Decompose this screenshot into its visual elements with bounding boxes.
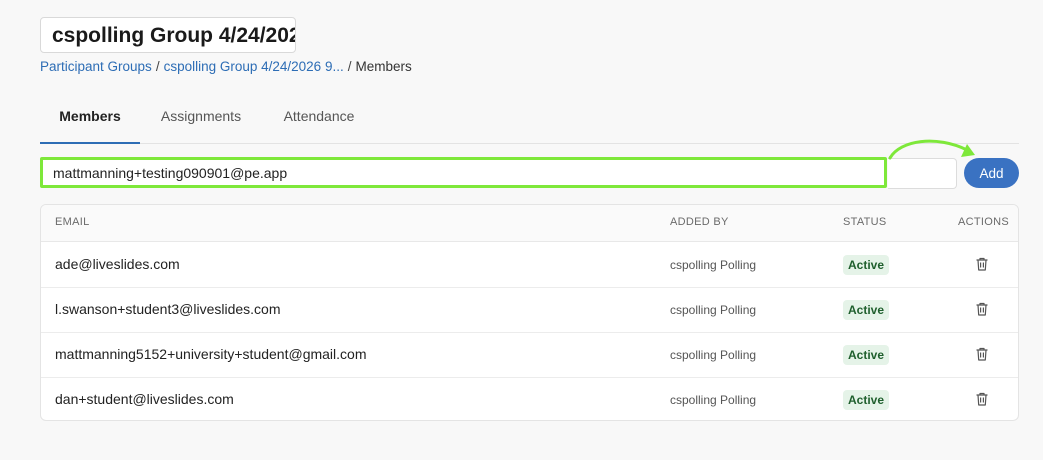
breadcrumb-separator: / [155,59,160,74]
column-header-email: EMAIL [55,216,90,228]
tab-attendance[interactable]: Attendance [268,97,370,143]
tab-assignments[interactable]: Assignments [145,97,257,143]
table-row: dan+student@liveslides.com cspolling Pol… [41,377,1018,420]
breadcrumb-separator: / [347,59,352,74]
breadcrumb-current: Members [355,59,412,74]
status-badge: Active [843,300,890,320]
column-header-added-by: ADDED BY [670,216,729,228]
breadcrumb: Participant Groups / cspolling Group 4/24/… [40,58,412,76]
member-email: dan+student@liveslides.com [55,391,234,407]
member-added-by: cspolling Polling [670,393,757,407]
tab-members[interactable]: Members [40,97,140,144]
breadcrumb-group[interactable]: cspolling Group 4/24/2026 9... [164,59,344,74]
trash-icon[interactable] [974,301,990,317]
member-email: l.swanson+student3@liveslides.com [55,301,281,317]
status-badge: Active [843,255,890,275]
status-badge: Active [843,390,890,410]
breadcrumb-participant-groups[interactable]: Participant Groups [40,59,152,74]
table-row: mattmanning5152+university+student@gmail… [41,332,1018,378]
members-table: EMAIL ADDED BY STATUS ACTIONS ade@livesl… [40,204,1019,421]
table-row: l.swanson+student3@liveslides.com cspoll… [41,287,1018,333]
add-button[interactable]: Add [964,158,1019,188]
table-header: EMAIL ADDED BY STATUS ACTIONS [41,205,1018,242]
member-email-input[interactable] [40,157,887,188]
column-header-status: STATUS [843,216,887,228]
member-added-by: cspolling Polling [670,258,757,272]
trash-icon[interactable] [974,256,990,272]
group-title-field[interactable]: cspolling Group 4/24/2026 9 [40,17,296,53]
tab-bar: Members Assignments Attendance [40,97,1019,144]
trash-icon[interactable] [974,346,990,362]
column-header-actions: ACTIONS [958,216,1009,228]
member-email: mattmanning5152+university+student@gmail… [55,346,367,362]
member-added-by: cspolling Polling [670,303,757,317]
trash-icon[interactable] [974,391,990,407]
table-row: ade@liveslides.com cspolling Polling Act… [41,242,1018,288]
member-email: ade@liveslides.com [55,256,180,272]
member-added-by: cspolling Polling [670,348,757,362]
status-badge: Active [843,345,890,365]
